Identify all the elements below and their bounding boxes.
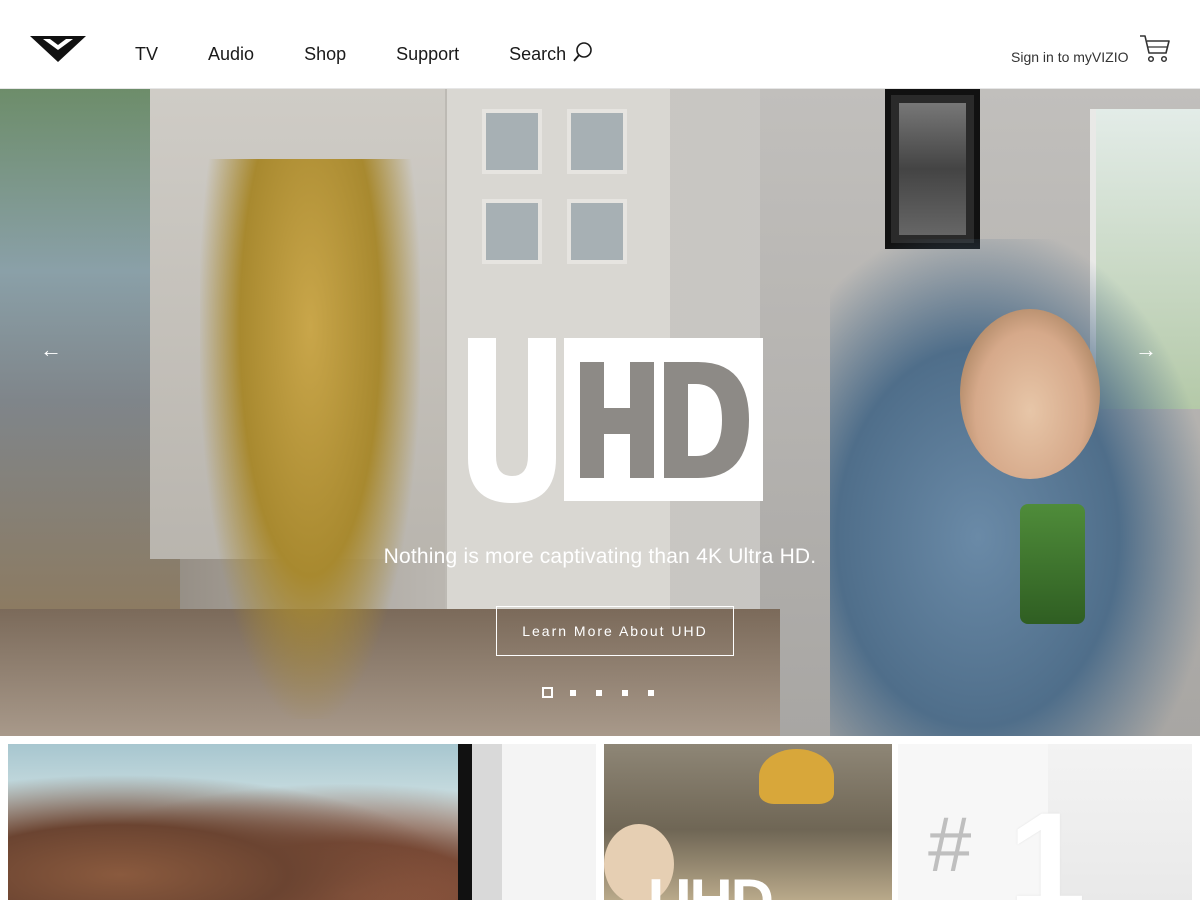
tile-uhd-text: UHD <box>648 866 774 900</box>
promo-tile-landscape-tv[interactable] <box>8 744 596 900</box>
promo-tiles: UHD # 1 <box>0 736 1200 900</box>
vizio-logo-icon[interactable] <box>30 36 86 64</box>
carousel-dot-5[interactable] <box>648 689 654 696</box>
cart-icon[interactable] <box>1138 32 1172 64</box>
carousel-next-arrow-icon[interactable]: → <box>1135 337 1157 363</box>
nav-tv[interactable]: TV <box>135 44 158 65</box>
nav-search-label: Search <box>509 43 567 64</box>
hero-picture-frame <box>885 89 980 249</box>
learn-more-uhd-button[interactable]: Learn More About UHD <box>496 606 734 656</box>
tile-firefighter-helmet <box>759 749 834 804</box>
carousel-dot-1[interactable] <box>542 687 553 698</box>
nav-audio[interactable]: Audio <box>208 44 254 65</box>
main-nav: TV Audio Shop Support Search <box>135 41 644 65</box>
carousel-pagination <box>542 687 674 698</box>
hero-firefighter-figure <box>200 159 420 719</box>
tile-landscape-rocks <box>8 774 458 900</box>
nav-support[interactable]: Support <box>396 44 459 65</box>
promo-tile-uhd[interactable]: UHD <box>604 744 892 900</box>
tile-hash-symbol: # <box>928 800 972 888</box>
promo-tile-number-one[interactable]: # 1 <box>898 744 1192 900</box>
carousel-dot-2[interactable] <box>570 689 576 696</box>
hero-tagline: Nothing is more captivating than 4K Ultr… <box>383 545 817 568</box>
nav-shop[interactable]: Shop <box>304 44 346 65</box>
hero-carousel: Nothing is more captivating than 4K Ultr… <box>0 89 1200 736</box>
tile-tv-side <box>472 744 502 900</box>
nav-search[interactable]: Search <box>509 41 594 65</box>
search-icon[interactable] <box>572 41 594 63</box>
uhd-logo <box>468 338 763 503</box>
tile-tv-bezel <box>458 744 472 900</box>
sign-in-link[interactable]: Sign in to myVIZIO <box>1011 49 1128 65</box>
carousel-prev-arrow-icon[interactable]: ← <box>40 337 62 363</box>
carousel-dot-4[interactable] <box>622 689 628 696</box>
tile-number-one: 1 <box>1008 783 1086 900</box>
site-header: TV Audio Shop Support Search Sign in to … <box>0 0 1200 89</box>
carousel-dot-3[interactable] <box>596 689 602 696</box>
hero-boy-head <box>960 309 1100 479</box>
